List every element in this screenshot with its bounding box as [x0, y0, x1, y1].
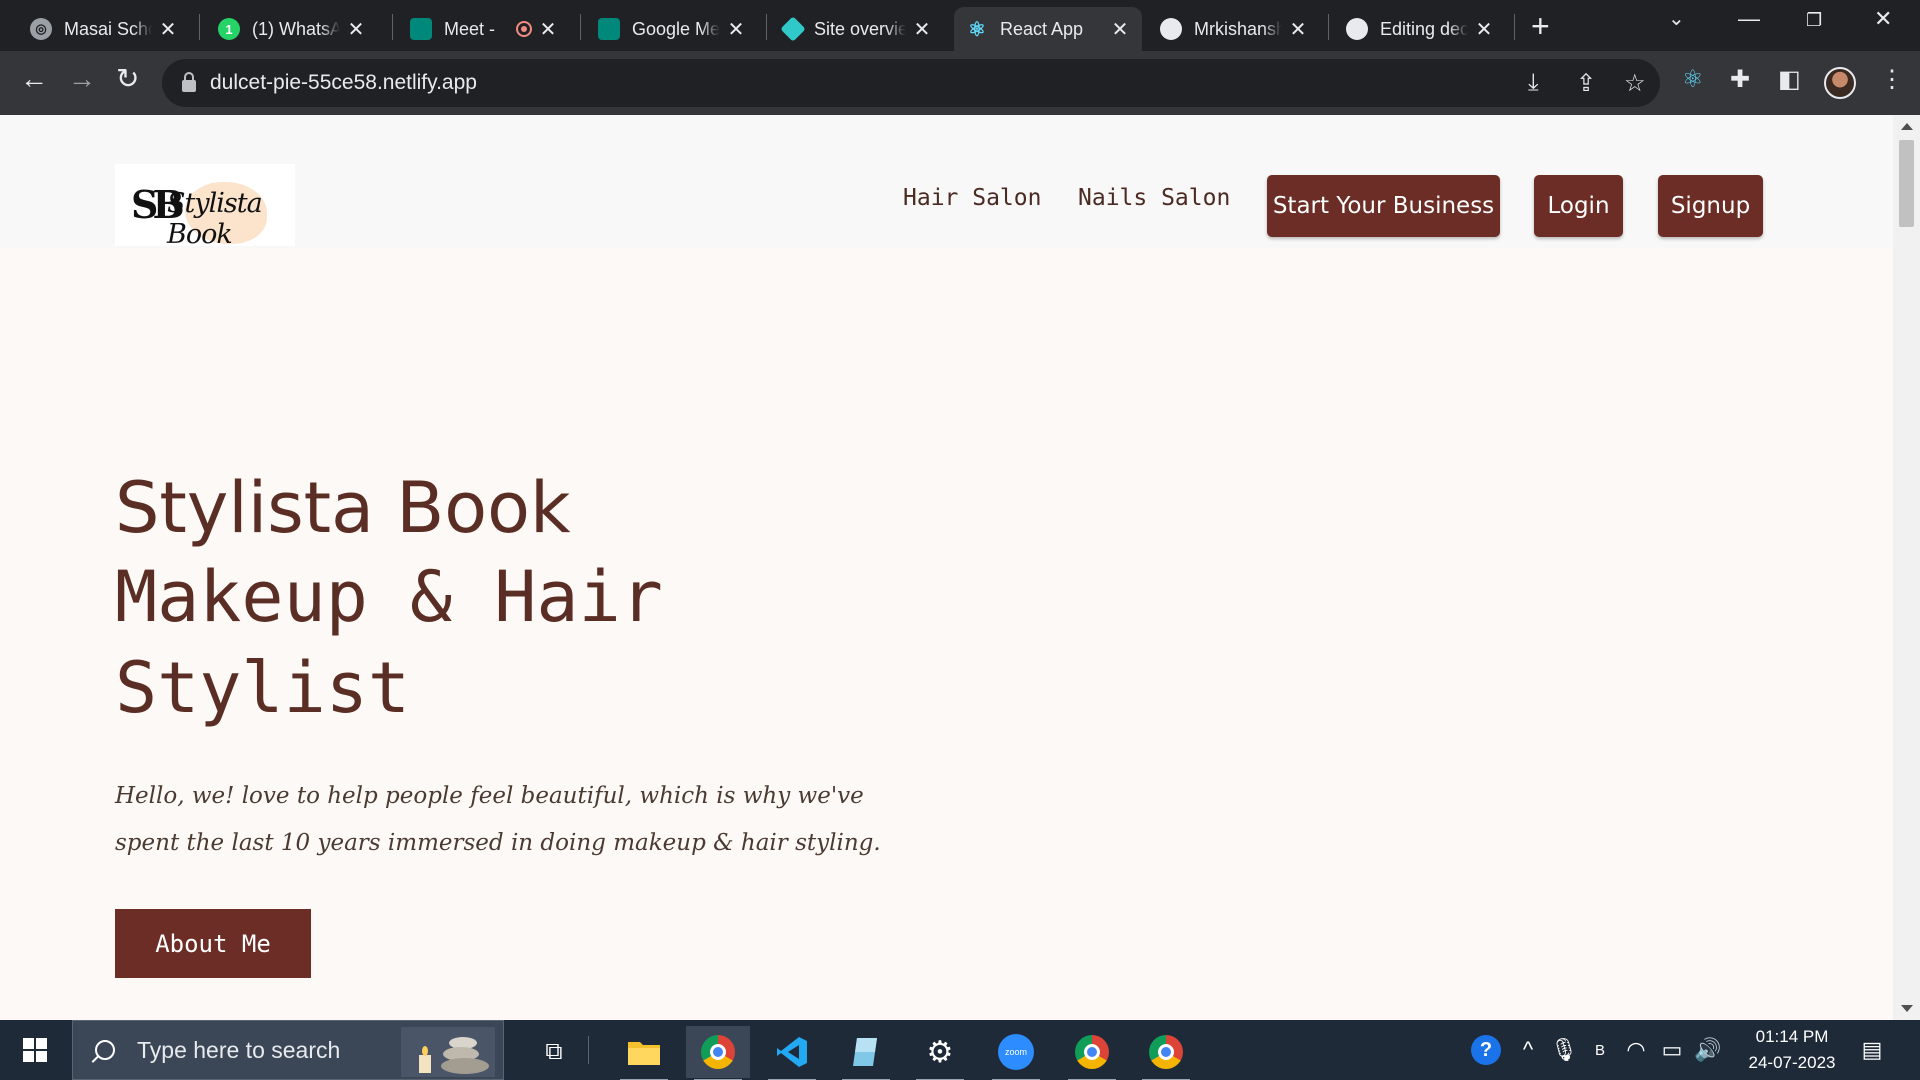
tab-masai[interactable]: ◎ Masai School ✕ — [18, 7, 190, 51]
microphone-icon[interactable]: 🎙 — [1548, 1020, 1580, 1080]
github-icon — [1160, 18, 1182, 40]
close-icon[interactable]: ✕ — [1474, 17, 1494, 42]
notes-app-icon[interactable] — [834, 1026, 898, 1080]
close-icon[interactable]: ✕ — [912, 17, 932, 42]
recording-icon — [516, 21, 532, 37]
extensions-puzzle-icon[interactable]: ✚ — [1730, 65, 1750, 94]
chevron-up-icon[interactable]: ^ — [1512, 1020, 1544, 1080]
vscode-icon[interactable] — [760, 1026, 824, 1080]
tab-google-meet[interactable]: Google Meet ✕ — [586, 7, 758, 51]
hero-subtitle-line1: Makeup & Hair — [115, 556, 663, 638]
tab-search-chevron-icon[interactable]: ⌄ — [1668, 6, 1685, 31]
hero-paragraph: Hello, we! love to help people feel beau… — [115, 783, 881, 856]
about-me-button[interactable]: About Me — [115, 909, 311, 978]
file-explorer-icon[interactable] — [612, 1026, 676, 1080]
github-icon — [1346, 18, 1368, 40]
windows-start-icon[interactable] — [23, 1038, 47, 1062]
menu-kebab-icon[interactable]: ⋮ — [1880, 65, 1904, 94]
notifications-icon[interactable]: ▤ — [1852, 1020, 1892, 1080]
taskbar-search-box[interactable]: Type here to search — [72, 1020, 504, 1080]
tab-github-editing[interactable]: Editing dec ✕ — [1334, 7, 1506, 51]
windows-taskbar: Type here to search ⧉ ⚙ zoom ? ^ 🎙 B ◠ ▭… — [0, 1020, 1920, 1080]
react-icon: ⚛ — [968, 18, 986, 41]
tab-react-app[interactable]: ⚛ React App ✕ — [954, 7, 1142, 51]
close-icon[interactable]: ✕ — [346, 17, 366, 42]
page-scrollbar[interactable] — [1893, 115, 1920, 1020]
settings-gear-icon[interactable]: ⚙ — [908, 1026, 972, 1080]
chrome-profile-2-icon[interactable] — [1060, 1026, 1124, 1080]
tab-strip: ◎ Masai School ✕ 1 (1) WhatsApp ✕ Meet -… — [0, 0, 1920, 51]
browser-toolbar: ← → ↻ dulcet-pie-55ce58.netlify.app ⤓ ⇪ … — [0, 51, 1920, 115]
close-icon[interactable]: ✕ — [726, 17, 746, 42]
nav-hair-salon[interactable]: Hair Salon — [903, 185, 1041, 211]
netlify-icon — [780, 16, 806, 42]
tab-github-profile[interactable]: Mrkishansh ✕ — [1148, 7, 1320, 51]
scrollbar-thumb[interactable] — [1899, 140, 1914, 227]
tab-whatsapp[interactable]: 1 (1) WhatsApp ✕ — [206, 7, 378, 51]
wifi-icon[interactable]: ◠ — [1620, 1020, 1652, 1080]
meet-icon — [410, 18, 432, 40]
tab-site-overview[interactable]: Site overview ✕ — [772, 7, 944, 51]
page-viewport: SB Stylista Book Hair Salon Nails Salon … — [0, 115, 1893, 1020]
site-logo[interactable]: SB Stylista Book — [115, 164, 295, 246]
forward-arrow-icon[interactable]: → — [68, 65, 96, 93]
back-arrow-icon[interactable]: ← — [20, 65, 48, 93]
tab-meet[interactable]: Meet - ✕ — [398, 7, 570, 51]
site-header: SB Stylista Book Hair Salon Nails Salon … — [0, 115, 1893, 248]
close-icon[interactable]: ✕ — [1288, 17, 1308, 42]
scroll-up-arrow-icon[interactable] — [1901, 123, 1913, 130]
signup-button[interactable]: Signup — [1658, 175, 1763, 237]
chrome-taskbar-icon[interactable] — [686, 1026, 750, 1080]
volume-icon[interactable]: 🔊 — [1692, 1020, 1724, 1080]
scroll-down-arrow-icon[interactable] — [1901, 1005, 1913, 1012]
chrome-profile-3-icon[interactable] — [1134, 1026, 1198, 1080]
hero-subtitle-line2: Stylist — [115, 647, 411, 729]
search-icon — [95, 1040, 115, 1060]
profile-avatar[interactable] — [1824, 67, 1856, 99]
task-view-icon[interactable]: ⧉ — [522, 1026, 586, 1078]
start-business-button[interactable]: Start Your Business — [1267, 175, 1500, 237]
bookmark-star-icon[interactable]: ☆ — [1624, 69, 1646, 98]
bluetooth-icon[interactable]: B — [1584, 1020, 1616, 1080]
battery-icon[interactable]: ▭ — [1656, 1020, 1688, 1080]
close-icon[interactable]: ✕ — [538, 17, 558, 42]
window-close-icon[interactable]: ✕ — [1874, 6, 1892, 32]
hero-title: Stylista Book — [115, 467, 571, 549]
new-tab-plus-icon[interactable]: + — [1531, 8, 1550, 45]
react-devtools-icon[interactable]: ⚛ — [1682, 65, 1704, 94]
close-icon[interactable]: ✕ — [158, 17, 178, 42]
restore-icon[interactable]: ❐ — [1806, 10, 1822, 31]
globe-icon: ◎ — [30, 18, 52, 40]
zoom-icon[interactable]: zoom — [984, 1026, 1048, 1080]
help-icon[interactable]: ? — [1468, 1020, 1504, 1080]
close-icon[interactable]: ✕ — [1110, 17, 1130, 42]
reload-icon[interactable]: ↻ — [116, 65, 139, 93]
side-panel-icon[interactable]: ◧ — [1778, 65, 1801, 94]
install-app-icon[interactable]: ⤓ — [1528, 69, 1539, 97]
nav-nails-salon[interactable]: Nails Salon — [1078, 185, 1230, 211]
address-bar[interactable]: dulcet-pie-55ce58.netlify.app ⤓ ⇪ ☆ — [162, 59, 1660, 107]
login-button[interactable]: Login — [1534, 175, 1623, 237]
search-highlight-image — [401, 1027, 495, 1077]
whatsapp-icon: 1 — [218, 18, 240, 40]
meet-icon — [598, 18, 620, 40]
lock-icon[interactable] — [182, 72, 196, 92]
minimize-icon[interactable]: — — [1738, 6, 1760, 32]
share-icon[interactable]: ⇪ — [1576, 69, 1596, 98]
taskbar-clock[interactable]: 01:14 PM 24-07-2023 — [1734, 1024, 1850, 1076]
